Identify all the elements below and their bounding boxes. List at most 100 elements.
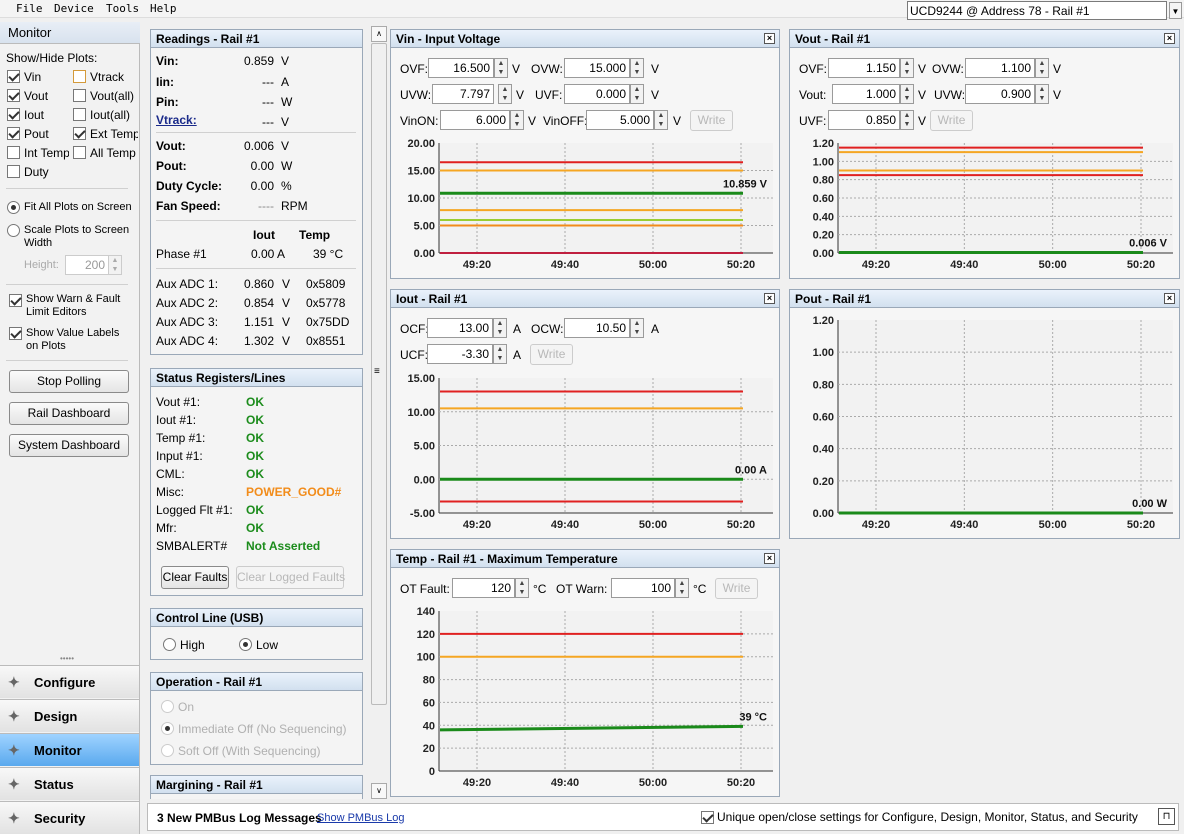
x-tick-label: 49:20 [463,519,491,531]
checkbox-duty[interactable] [7,165,20,178]
spinner-icon[interactable]: ▲ ▼ [493,344,507,364]
vin-uvw-input[interactable]: 7.797 [432,84,494,104]
checkbox-vin[interactable] [7,70,20,83]
spinner-icon[interactable]: ▲ ▼ [493,318,507,338]
vout-ovf-input[interactable]: 1.150 [828,58,900,78]
nav-configure[interactable]: ✦ Configure [0,665,139,698]
spinner-icon[interactable]: ▲ ▼ [1035,84,1049,104]
close-icon[interactable]: × [764,293,775,304]
spinner-icon[interactable]: ▲ ▼ [515,578,529,598]
x-tick-label: 49:20 [862,519,890,531]
pin-icon[interactable]: ⊓ [1158,808,1175,825]
iout-write-button[interactable]: Write [530,344,573,365]
ot-fault-input[interactable]: 120 [452,578,515,598]
menu-device[interactable]: Device [54,2,94,15]
radio-on[interactable] [161,700,174,713]
vout-setpoint-input[interactable]: 1.000 [832,84,900,104]
vin-uvf-input[interactable]: 0.000 [564,84,630,104]
checkbox-vtrack[interactable] [73,70,86,83]
radio-low[interactable] [239,638,252,651]
menu-help[interactable]: Help [150,2,177,15]
checkbox-vout-all[interactable] [73,89,86,102]
iout-ocf-input[interactable]: 13.00 [427,318,493,338]
temp-write-button[interactable]: Write [715,578,758,599]
scroll-down-icon[interactable]: ∨ [371,783,387,799]
vin-write-button[interactable]: Write [690,110,733,131]
radio-scale-plots[interactable] [7,224,20,237]
checkbox-all-temp[interactable] [73,146,86,159]
ot-warn-input[interactable]: 100 [611,578,675,598]
device-selector[interactable]: UCD9244 @ Address 78 - Rail #1 [907,1,1167,20]
vout-uvw-input[interactable]: 0.900 [965,84,1035,104]
menu-file[interactable]: File [16,2,43,15]
spinner-icon[interactable]: ▲ ▼ [494,58,508,78]
nav-design[interactable]: ✦ Design [0,699,139,732]
checkbox-iout-all[interactable] [73,108,86,121]
checkbox-pout[interactable] [7,127,20,140]
unit-label: V [918,62,927,76]
radio-immediate-off[interactable] [161,722,174,735]
stop-polling-button[interactable]: Stop Polling [9,370,129,393]
clear-logged-faults-button[interactable]: Clear Logged Faults [236,566,345,589]
vin-off-input[interactable]: 5.000 [586,110,654,130]
checkbox-vout[interactable] [7,89,20,102]
close-icon[interactable]: × [764,33,775,44]
scroll-up-icon[interactable]: ∧ [371,26,387,42]
checkbox-int-temp[interactable] [7,146,20,159]
height-spinner[interactable]: ▲ ▼ [108,255,122,275]
radio-soft-off[interactable] [161,744,174,757]
checkbox-show-warn[interactable] [9,294,22,307]
iout-ocw-input[interactable]: 10.50 [564,318,630,338]
splitter-grip-icon[interactable]: ≡ [374,366,380,377]
checkbox-iout[interactable] [7,108,20,121]
checkbox-label: Vin [24,70,42,84]
spinner-icon[interactable]: ▲ ▼ [654,110,668,130]
x-tick-label: 50:20 [727,259,755,271]
checkbox-ext-temp[interactable] [73,127,86,140]
ot-warn-label: OT Warn: [556,582,608,596]
nav-security[interactable]: ✦ Security [0,801,139,834]
vin-on-input[interactable]: 6.000 [440,110,510,130]
vout-uvf-input[interactable]: 0.850 [828,110,900,130]
close-icon[interactable]: × [1164,293,1175,304]
y-tick-label: 5.00 [414,221,435,233]
nav-status[interactable]: ✦ Status [0,767,139,800]
spinner-icon[interactable]: ▲ ▼ [675,578,689,598]
vin-ovw-input[interactable]: 15.000 [564,58,630,78]
chevron-down-icon[interactable]: ▼ [1169,2,1182,19]
vin-ovf-input[interactable]: 16.500 [428,58,494,78]
vout-ovw-input[interactable]: 1.100 [965,58,1035,78]
spinner-icon[interactable]: ▲ ▼ [900,84,914,104]
vout-write-button[interactable]: Write [930,110,973,131]
height-input[interactable]: 200 [65,255,109,275]
pout-panel: Pout - Rail #1 × 1.20 1.00 0.80 0.60 0.40 0.2… [789,289,1180,539]
iout-ucf-input[interactable]: -3.30 [427,344,493,364]
rail-dashboard-button[interactable]: Rail Dashboard [9,402,129,425]
nav-monitor[interactable]: ✦ Monitor [0,733,139,766]
spinner-icon[interactable]: ▲ ▼ [1035,58,1049,78]
vertical-scrollbar[interactable]: ∧ ≡ ∨ [370,26,388,799]
spinner-icon[interactable]: ▲ ▼ [900,110,914,130]
radio-fit-all[interactable] [7,201,20,214]
checkbox-show-value-labels[interactable] [9,327,22,340]
radio-high[interactable] [163,638,176,651]
spinner-icon[interactable]: ▲ ▼ [510,110,524,130]
spinner-icon[interactable]: ▲ ▼ [630,318,644,338]
spinner-icon[interactable]: ▲ ▼ [630,58,644,78]
menu-tools[interactable]: Tools [106,2,139,15]
phase-iout: 0.00 A [251,247,286,261]
splitter-grip-icon[interactable]: ••••• [60,654,74,663]
clear-faults-button[interactable]: Clear Faults [161,566,229,589]
spinner-icon[interactable]: ▲ ▼ [900,58,914,78]
show-pmbus-log-link[interactable]: Show PMBus Log [317,812,404,824]
vtrack-link[interactable]: Vtrack: [156,113,197,127]
radio-on-label: On [178,700,195,714]
close-icon[interactable]: × [1164,33,1175,44]
checkbox-unique-settings[interactable] [701,811,714,824]
spinner-icon[interactable]: ▲ ▼ [498,84,512,104]
close-icon[interactable]: × [764,553,775,564]
spinner-icon[interactable]: ▲ ▼ [630,84,644,104]
system-dashboard-button[interactable]: System Dashboard [9,434,129,457]
vin-panel: Vin - Input Voltage × OVF: 16.500 ▲ ▼ V O… [390,29,780,279]
status-value: POWER_GOOD# [246,485,342,499]
